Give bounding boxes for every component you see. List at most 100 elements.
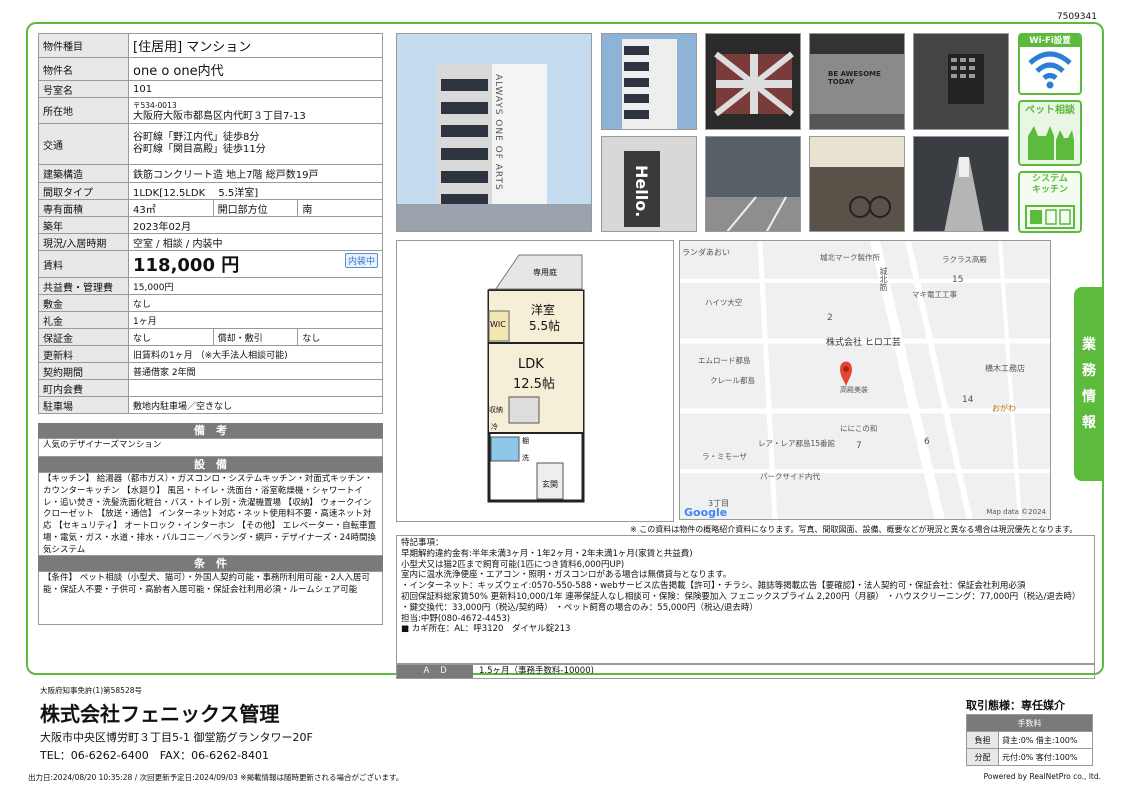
location-map: ランダあおい 城北マーク製作所 ラクラス高殿 ハイツ大空 マキ電工工事 城北筋 … — [679, 240, 1051, 520]
spec-key: 共益費・管理費 — [38, 277, 129, 295]
address: 大阪府大阪市都島区内代町３丁目7-13 — [133, 110, 306, 122]
notes-line: 室内に温水洗浄便座・エアコン・照明・ガスコンロがある場合は無償貸与となります。 — [401, 570, 732, 581]
facilities-header: 設 備 — [38, 457, 383, 472]
map-label: ランダあおい — [682, 248, 730, 257]
notes-line: 担当:中野(080-4672-4453) — [401, 613, 511, 624]
company-info: 大阪府知事免許(1)第58528号 株式会社フェニックス管理 大阪市中央区博労町… — [40, 685, 313, 763]
spec-value: なし — [297, 328, 383, 346]
property-name: one o one内代 — [128, 57, 383, 81]
special-notes: 特記事項： 早期解約違約金有:半年未満3ヶ月・1年2ヶ月・2年未満1ヶ月(家賃と… — [396, 535, 1095, 664]
ldk-label: LDK — [518, 357, 544, 372]
fee-value: 元付:0% 客付:100% — [998, 748, 1093, 766]
spec-key: 町内会費 — [38, 379, 129, 397]
company-name: 株式会社フェニックス管理 — [40, 702, 280, 726]
map-number: 7 — [856, 441, 862, 451]
spec-key: 物件種目 — [38, 33, 129, 58]
spec-value: 1LDK[12.5LDK 5.5洋室] — [128, 182, 383, 200]
spec-key: 保証金 — [38, 328, 129, 346]
notes-line: ・インターネット：キッズウェイ:0570-550-588・webサービス広告掲載… — [401, 581, 1026, 592]
map-label: ハイツ大空 — [705, 298, 743, 307]
spec-key: 開口部方位 — [212, 199, 299, 217]
spec-key: 礼金 — [38, 311, 129, 329]
notes-line: 小型犬又は猫2匹まで飼育可能(1匹につき賃料6,000円UP) — [401, 559, 625, 570]
map-label: ラクラス高殿 — [942, 255, 987, 264]
access-1: 谷町線「野江内代」徒歩8分 — [133, 132, 260, 143]
map-label: エムロード都島 — [698, 356, 751, 365]
notes-line: 早期解約違約金有:半年未満3ヶ月・1年2ヶ月・2年未満1ヶ月(家賃と共益費) — [401, 548, 693, 559]
business-info-tab: 業 務 情 報 — [1074, 287, 1104, 481]
spec-key: 号室名 — [38, 80, 129, 98]
ad-row: Ａ Ｄ 1.5ヶ月（事務手数料-10000) — [396, 664, 1095, 679]
garden-label: 専用庭 — [533, 268, 557, 277]
hallway-photo — [913, 136, 1009, 232]
fee-header: 手数料 — [966, 714, 1093, 732]
status-badge: 内装中 — [344, 253, 378, 268]
spec-value: 敷地内駐車場／空きなし — [128, 396, 383, 414]
ldk-size: 12.5帖 — [513, 377, 555, 392]
map-label: クレール都島 — [710, 376, 755, 385]
wash-label: 洗 — [522, 454, 529, 462]
lobby-photo: BE AWESOME TODAY — [809, 33, 905, 130]
facilities-body: 【キッチン】 給湯器（都市ガス）・ガスコンロ・システムキッチン・対面式キッチン・… — [38, 472, 383, 556]
spec-key: 専有面積 — [38, 199, 129, 217]
license-number: 大阪府知事免許(1)第58528号 — [40, 686, 142, 695]
document-number: 7509341 — [1056, 12, 1097, 22]
lobby-sign: BE AWESOME TODAY — [828, 70, 881, 86]
spec-value: なし — [128, 328, 214, 346]
hello-sign-photo: Hello. — [601, 136, 697, 232]
map-label: おがわ — [992, 404, 1016, 413]
wic-label: WIC — [490, 320, 506, 329]
access-2: 谷町線「関目高殿」徒歩11分 — [133, 144, 266, 155]
kitchen-label-1: システム — [1032, 174, 1068, 184]
map-label: ににこの和 — [840, 424, 878, 433]
spec-value: 101 — [128, 80, 383, 98]
fee-value: 貸主:0% 借主:100% — [998, 731, 1093, 749]
spec-key: 交通 — [38, 123, 129, 165]
map-label: 高殿美装 — [840, 386, 868, 394]
floorplan: 専用庭 洋室 5.5帖 WIC LDK 12.5帖 収納 冷 棚 洗 玄関 — [396, 240, 674, 522]
map-label: 株式会社 ヒロ工芸 — [826, 338, 901, 348]
parking-photo — [705, 136, 801, 232]
rent-value: 118,000 円 — [133, 255, 240, 276]
kitchen-feature-icon: システム キッチン — [1018, 171, 1082, 233]
spec-value: 2023年02月 — [128, 216, 383, 234]
western-room-label: 洋室 — [531, 303, 556, 317]
building-sign: ALWAYS ONE OF ARTS — [493, 74, 503, 191]
tab-char: 報 — [1082, 415, 1096, 431]
spec-value: 旧賃料の1ヶ月 （※大手法人相談可能) — [128, 345, 383, 363]
tab-char: 業 — [1082, 337, 1096, 353]
spec-table: 物件種目 [住居用] マンション 物件名 one o one内代 号室名 101 所在… — [38, 33, 383, 414]
conditions-body: 【条件】 ペット相談（小型犬、猫可）・外国人契約可能・事務所利用可能・2人入居可… — [38, 571, 383, 625]
map-label: マキ電工工事 — [912, 290, 957, 299]
spec-key: 築年 — [38, 216, 129, 234]
map-number: 14 — [962, 395, 974, 405]
hello-sign: Hello. — [632, 165, 651, 218]
spec-value: 1ヶ月 — [128, 311, 383, 329]
fridge-label: 冷 — [491, 423, 498, 431]
map-label: 城北筋 — [879, 267, 888, 291]
fee-key: 分配 — [966, 748, 999, 766]
postal-code: 〒534-0013 — [133, 100, 177, 110]
notes-title: 特記事項： — [401, 538, 444, 548]
pet-feature-icon: ペット相談 — [1018, 100, 1082, 166]
map-label: パークサイド内代 — [760, 472, 820, 481]
remarks-body: 人気のデザイナーズマンション — [38, 438, 383, 457]
map-credit: Map data ©2024 — [986, 508, 1046, 516]
wifi-label: Wi-Fi設置 — [1020, 35, 1080, 47]
spec-value: なし — [128, 294, 383, 312]
western-room-size: 5.5帖 — [529, 319, 561, 333]
spec-value: 空室 / 相談 / 内装中 — [128, 233, 383, 251]
entrance-label: 玄関 — [542, 480, 558, 489]
spec-value: [住居用] マンション — [128, 33, 383, 58]
bicycle-parking-photo — [809, 136, 905, 232]
kitchen-icon — [1025, 205, 1075, 229]
spec-key: 所在地 — [38, 97, 129, 124]
fee-table: 手数料 負担 貸主:0% 借主:100% 分配 元付:0% 客付:100% — [966, 714, 1093, 766]
building-exterior-photo: ALWAYS ONE OF ARTS — [396, 33, 592, 232]
tab-char: 情 — [1082, 389, 1096, 405]
ad-value: 1.5ヶ月（事務手数料-10000) — [479, 666, 594, 676]
footer-powered-by: Powered by RealNetPro co., ltd. — [983, 772, 1101, 781]
transaction-type: 取引態様：専任媒介 — [966, 699, 1065, 712]
closet-label: 棚 — [522, 437, 529, 445]
disclaimer: ※ この資料は物件の概略紹介資料になります。写真、間取図面、設備、概要などが現況… — [630, 525, 1078, 534]
